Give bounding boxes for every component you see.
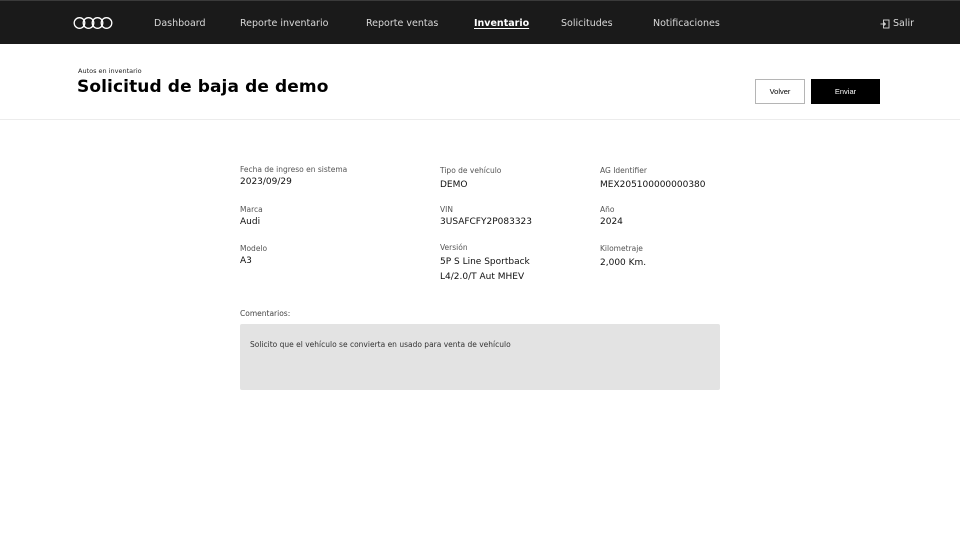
audi-rings-logo[interactable] [73,16,113,30]
field-label: Tipo de vehículo [440,166,502,175]
comments-box: Solicito que el vehículo se convierta en… [240,324,720,390]
nav-item-dashboard[interactable]: Dashboard [154,18,206,30]
field-value: 2024 [600,217,623,227]
field-modelo: Modelo A3 [240,244,267,269]
comments-label: Comentarios: [240,309,291,318]
logout-icon [880,19,890,29]
back-button[interactable]: Volver [755,79,805,104]
field-label: Fecha de ingreso en sistema [240,165,348,174]
comments-text: Solicito que el vehículo se convierta en… [250,340,511,349]
field-vin: VIN 3USAFCFY2P083323 [440,205,532,230]
logout-button[interactable]: Salir [880,18,914,30]
field-value: 3USAFCFY2P083323 [440,217,532,227]
field-label: Año [600,205,615,214]
field-value: 2,000 Km. [600,258,647,268]
top-navigation-bar: Dashboard Reporte inventario Reporte ven… [0,0,960,44]
field-value: MEX205100000000380 [600,180,706,190]
field-marca: Marca Audi [240,205,263,230]
nav-item-solicitudes[interactable]: Solicitudes [561,18,613,30]
field-value-line1: 5P S Line Sportback [440,257,530,267]
field-version: Versión 5P S Line Sportback L4/2.0/T Aut… [440,243,530,285]
field-ag-identifier: AG Identifier MEX205100000000380 [600,166,706,193]
field-tipo-vehiculo: Tipo de vehículo DEMO [440,166,501,193]
field-kilometraje: Kilometraje 2,000 Km. [600,244,646,271]
field-label: Kilometraje [600,244,643,253]
send-button[interactable]: Enviar [811,79,880,104]
field-value: A3 [240,256,252,266]
field-label: VIN [440,205,453,214]
field-anio: Año 2024 [600,205,623,230]
breadcrumb[interactable]: Autos en inventario [78,67,142,75]
page-title: Solicitud de baja de demo [77,77,329,97]
page-header: Autos en inventario Solicitud de baja de… [0,44,960,120]
nav-item-reporte-inventario[interactable]: Reporte inventario [240,18,328,30]
nav-item-reporte-ventas[interactable]: Reporte ventas [366,18,438,30]
field-value-line2: L4/2.0/T Aut MHEV [440,272,525,282]
field-label: Modelo [240,244,268,253]
field-fecha-ingreso: Fecha de ingreso en sistema 2023/09/29 [240,165,347,190]
field-value: DEMO [440,180,468,190]
field-label: Versión [440,243,468,252]
logout-label: Salir [893,18,915,29]
nav-item-notificaciones[interactable]: Notificaciones [653,18,720,30]
field-label: AG Identifier [600,166,647,175]
field-label: Marca [240,205,263,214]
nav-item-inventario[interactable]: Inventario [474,18,529,30]
field-value: Audi [240,217,261,227]
field-value: 2023/09/29 [240,177,292,187]
